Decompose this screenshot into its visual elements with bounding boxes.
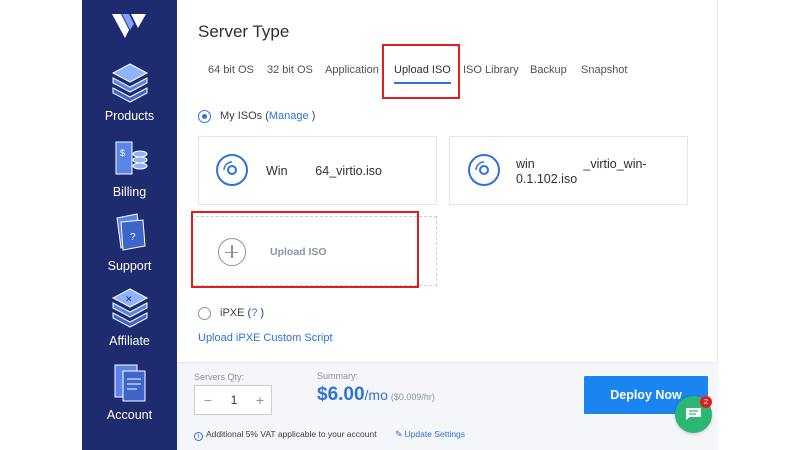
upload-iso-label[interactable]: Upload ISO [270,246,327,258]
main-panel: Server Type 64 bit OS 32 bit OS Applicat… [177,0,718,450]
iso-name-line2: 0.1.102.iso [516,172,578,186]
sidebar-item-label: Billing [112,185,147,199]
sidebar-item-support[interactable]: ? Support [82,212,177,273]
svg-text:?: ? [130,232,136,243]
sidebar-item-products[interactable]: Products [82,62,177,123]
tab-application[interactable]: Application [325,64,379,76]
summary-label: Summary: [317,371,359,381]
my-isos-text: My ISOs ( [220,110,269,122]
plus-circle-icon[interactable] [218,238,246,266]
billing-icon: $ [115,141,147,175]
svg-text:$: $ [120,148,125,158]
sidebar-item-affiliate[interactable]: ✕ Affiliate [82,287,177,348]
sidebar: Products $ Billing ? Support ✕ Affiliate… [82,0,177,450]
iso-card-virtio-win[interactable]: win _virtio_win- 0.1.102.iso [449,136,688,205]
tab-32bit-os[interactable]: 32 bit OS [267,64,313,76]
my-isos-label: My ISOs (Manage ) [220,110,315,122]
ipxe-radio[interactable] [198,307,211,320]
account-icon [114,364,145,402]
ipxe-text: iPXE ( [220,307,252,319]
price-unit: /mo [364,387,388,403]
vultr-logo[interactable] [112,14,146,44]
qty-increment-button[interactable]: + [252,392,268,408]
tab-backup[interactable]: Backup [530,64,567,76]
price-hourly: ($0.009/hr) [390,392,435,402]
disc-icon [216,154,248,186]
price-summary: $6.00/mo ($0.009/hr) [317,384,435,406]
quantity-stepper: − 1 + [194,385,272,415]
ipxe-close-paren: ) [260,307,265,319]
products-icon [111,63,148,103]
disc-icon [468,154,500,186]
iso-card-win64-virtio[interactable]: Win 64_virtio.iso [198,136,437,205]
chat-icon [686,408,701,420]
affiliate-icon: ✕ [111,288,148,328]
upload-ipxe-script-link[interactable]: Upload iPXE Custom Script [198,332,333,344]
support-icon: ? [115,213,146,251]
manage-link[interactable]: Manage [269,110,309,122]
tab-upload-iso[interactable]: Upload ISO [394,64,451,84]
pencil-icon: ✎ [395,429,403,439]
sidebar-item-label: Affiliate [109,334,150,348]
vat-text: Additional 5% VAT applicable to your acc… [206,429,377,439]
tab-64bit-os[interactable]: 64 bit OS [208,64,254,76]
svg-text:✕: ✕ [125,294,133,304]
iso-name: win _virtio_win- 0.1.102.iso [516,157,647,187]
update-settings-text: Update Settings [404,429,466,439]
sidebar-item-label: Account [106,408,153,422]
ipxe-help-link[interactable]: ? [251,307,257,319]
sidebar-item-account[interactable]: Account [82,361,177,422]
qty-value[interactable]: 1 [225,392,243,408]
chat-notification-badge: 2 [700,396,712,408]
my-isos-close-paren: ) [311,110,316,122]
update-settings-link[interactable]: ✎ Update Settings [395,429,465,440]
page-title: Server Type [198,22,290,41]
deploy-footer: Servers Qty: − 1 + Summary: $6.00/mo ($0.… [177,362,718,450]
info-icon: i [194,432,203,441]
my-isos-radio[interactable] [198,110,211,123]
price-monthly: $6.00 [317,384,365,405]
qty-decrement-button[interactable]: − [200,392,216,408]
tab-snapshot[interactable]: Snapshot [581,64,627,76]
vat-notice: i Additional 5% VAT applicable to your ac… [194,429,377,441]
iso-name-line1: win _virtio_win- [516,157,647,171]
tab-iso-library[interactable]: ISO Library [463,64,519,76]
screenshot-frame: Products $ Billing ? Support ✕ Affiliate… [0,0,800,450]
servers-qty-label: Servers Qty: [194,372,245,382]
sidebar-item-label: Support [107,259,152,273]
iso-name: Win 64_virtio.iso [266,164,383,178]
sidebar-item-billing[interactable]: $ Billing [82,138,177,199]
ipxe-label: iPXE (? ) [220,307,264,319]
sidebar-item-label: Products [104,109,155,123]
